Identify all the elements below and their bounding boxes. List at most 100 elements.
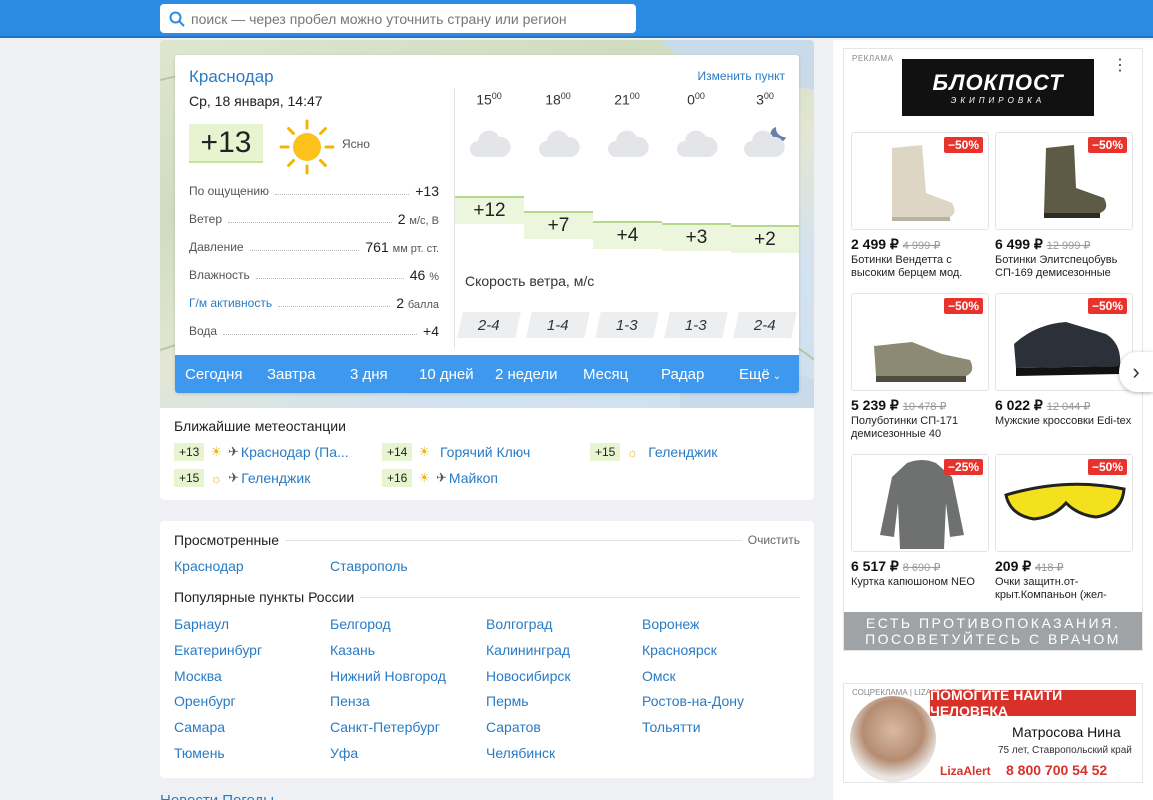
param-value: 761 мм рт. ст. (365, 239, 439, 255)
popular-city-link[interactable]: Волгоград (486, 616, 552, 632)
chevron-right-icon[interactable]: › (1119, 352, 1153, 392)
social-ad[interactable]: СОЦРЕКЛАМА | LIZAALERT.ORG ПОМОГИТЕ НАЙТ… (843, 683, 1143, 783)
popular-city-link[interactable]: Уфа (330, 745, 358, 761)
popular-city-link[interactable]: Калининград (486, 642, 570, 658)
param-label: Давление (189, 240, 244, 254)
product-card[interactable]: −50% 6 499 ₽ 12 999 ₽ Ботинки Элитспецоб… (995, 132, 1135, 280)
wind-speed-value: 2-4 (733, 312, 797, 338)
discount-badge: −50% (943, 137, 983, 153)
product-image[interactable]: −50% (851, 132, 989, 230)
product-name: Ботинки Элитспецобувь СП-169 демисезонны… (995, 254, 1118, 279)
param-row: По ощущению +13 (189, 177, 439, 205)
missing-person-photo (850, 696, 936, 782)
popular-city-link[interactable]: Тольятти (642, 719, 701, 735)
station-item[interactable]: +15 ☼ Геленджик (590, 442, 717, 462)
brand-logo[interactable]: БЛОКПОСТ ЭКИПИРОВКА (902, 59, 1094, 116)
popular-city-link[interactable]: Новосибирск (486, 668, 571, 684)
hour-temperature: +4 (593, 221, 662, 249)
station-item[interactable]: +14 ☀ Горячий Ключ (382, 442, 530, 462)
wind-speed-value: 1-4 (526, 312, 590, 338)
popular-city-link[interactable]: Нижний Новгород (330, 668, 446, 684)
popular-city-link[interactable]: Барнаул (174, 616, 229, 632)
popular-city-link[interactable]: Тюмень (174, 745, 225, 761)
station-item[interactable]: +15 ☼ ✈ Геленджик (174, 468, 310, 488)
param-row: Ветер 2 м/с, В (189, 205, 439, 233)
missing-person-info: 75 лет, Ставропольский край (998, 745, 1132, 756)
ad-block[interactable]: РЕКЛАМА ⋮ БЛОКПОСТ ЭКИПИРОВКА −50% 2 499… (843, 48, 1143, 651)
param-row: Вода +4 (189, 317, 439, 345)
current-temperature: +13 (189, 124, 263, 163)
product-card[interactable]: −50% 2 499 ₽ 4 999 ₽ Ботинки Вендетта с … (851, 132, 991, 280)
city-name[interactable]: Краснодар (189, 67, 274, 87)
discount-badge: −50% (943, 298, 983, 314)
product-name: Куртка капюшоном NEO (851, 576, 975, 588)
product-image[interactable]: −25% (851, 454, 989, 552)
tab-tomorrow[interactable]: Завтра (267, 366, 316, 383)
product-name: Ботинки Вендетта с высоким берцем мод. (851, 254, 963, 279)
sun-haze-icon: ☼ (210, 470, 223, 486)
viewed-city-link[interactable]: Ставрополь (330, 558, 408, 574)
tab-3-days[interactable]: 3 дня (350, 366, 388, 383)
tab-month[interactable]: Месяц (583, 366, 628, 383)
popular-city-link[interactable]: Самара (174, 719, 225, 735)
product-card[interactable]: −25% 6 517 ₽ 8 690 ₽ Куртка капюшоном NE… (851, 454, 991, 589)
discount-badge: −50% (1087, 137, 1127, 153)
stations-title: Ближайшие метеостанции (174, 418, 346, 434)
lizaalert-logo: LizaAlert (940, 764, 991, 778)
popular-city-link[interactable]: Санкт-Петербург (330, 719, 440, 735)
popular-title: Популярные пункты России (174, 589, 361, 605)
product-name: Очки защитн.от-крыт.Компаньон (жел- (995, 576, 1107, 601)
product-image[interactable]: −50% (995, 132, 1133, 230)
product-image[interactable]: −50% (995, 293, 1133, 391)
hour-label: 1500 (476, 91, 502, 108)
geomagnetic-link[interactable]: Г/м активность (189, 296, 272, 310)
more-vertical-icon[interactable]: ⋮ (1112, 55, 1128, 75)
chevron-down-icon: ⌄ (772, 371, 782, 382)
tab-more[interactable]: Ещё ⌄ (739, 366, 781, 383)
viewed-city-link[interactable]: Краснодар (174, 558, 244, 574)
plane-icon: ✈ (228, 470, 240, 485)
station-name[interactable]: Геленджик (648, 444, 717, 460)
search-input[interactable] (191, 10, 621, 27)
station-name[interactable]: Майкоп (449, 470, 498, 486)
station-item[interactable]: +13 ☀ ✈ Краснодар (Па... (174, 442, 349, 462)
popular-city-link[interactable]: Пенза (330, 693, 370, 709)
popular-city-link[interactable]: Омск (642, 668, 676, 684)
station-name[interactable]: Геленджик (241, 470, 310, 486)
viewed-panel: Просмотренные Очистить Краснодар Ставроп… (160, 521, 814, 778)
station-name[interactable]: Горячий Ключ (440, 444, 530, 460)
product-card[interactable]: −50% 6 022 ₽ 12 044 ₽ Мужские кроссовки … (995, 293, 1135, 428)
popular-city-link[interactable]: Челябинск (486, 745, 555, 761)
change-location-link[interactable]: Изменить пункт (698, 69, 785, 83)
popular-city-link[interactable]: Красноярск (642, 642, 717, 658)
sun-icon: ☀ (418, 470, 431, 485)
hour-label: 000 (687, 91, 705, 108)
sun-icon: ☀ (418, 444, 431, 459)
product-card[interactable]: −50% 209 ₽ 418 ₽ Очки защитн.от-крыт.Ком… (995, 454, 1135, 602)
clear-button[interactable]: Очистить (741, 533, 800, 547)
station-name[interactable]: Краснодар (Па... (241, 444, 349, 460)
popular-city-link[interactable]: Воронеж (642, 616, 699, 632)
product-image[interactable]: −50% (995, 454, 1133, 552)
popular-city-link[interactable]: Екатеринбург (174, 642, 262, 658)
product-price: 209 ₽ 418 ₽ (995, 558, 1064, 574)
search-box[interactable] (160, 4, 636, 33)
tab-10-days[interactable]: 10 дней (419, 366, 474, 383)
station-item[interactable]: +16 ☀ ✈ Майкоп (382, 468, 498, 488)
tab-today[interactable]: Сегодня (185, 366, 243, 383)
popular-city-link[interactable]: Оренбург (174, 693, 236, 709)
popular-city-link[interactable]: Москва (174, 668, 222, 684)
popular-city-link[interactable]: Ростов-на-Дону (642, 693, 744, 709)
product-price: 6 022 ₽ 12 044 ₽ (995, 397, 1091, 413)
tab-2-weeks[interactable]: 2 недели (495, 366, 558, 383)
news-link[interactable]: Новости Погоды (160, 792, 274, 800)
popular-city-link[interactable]: Саратов (486, 719, 541, 735)
product-image[interactable]: −50% (851, 293, 989, 391)
viewed-title: Просмотренные (174, 532, 286, 548)
tab-radar[interactable]: Радар (661, 366, 704, 383)
popular-city-link[interactable]: Казань (330, 642, 375, 658)
product-card[interactable]: −50% 5 239 ₽ 10 478 ₽ Полуботинки СП-171… (851, 293, 991, 441)
popular-city-link[interactable]: Белгород (330, 616, 391, 632)
weather-card: Краснодар Изменить пункт Ср, 18 января, … (175, 55, 799, 393)
popular-city-link[interactable]: Пермь (486, 693, 529, 709)
